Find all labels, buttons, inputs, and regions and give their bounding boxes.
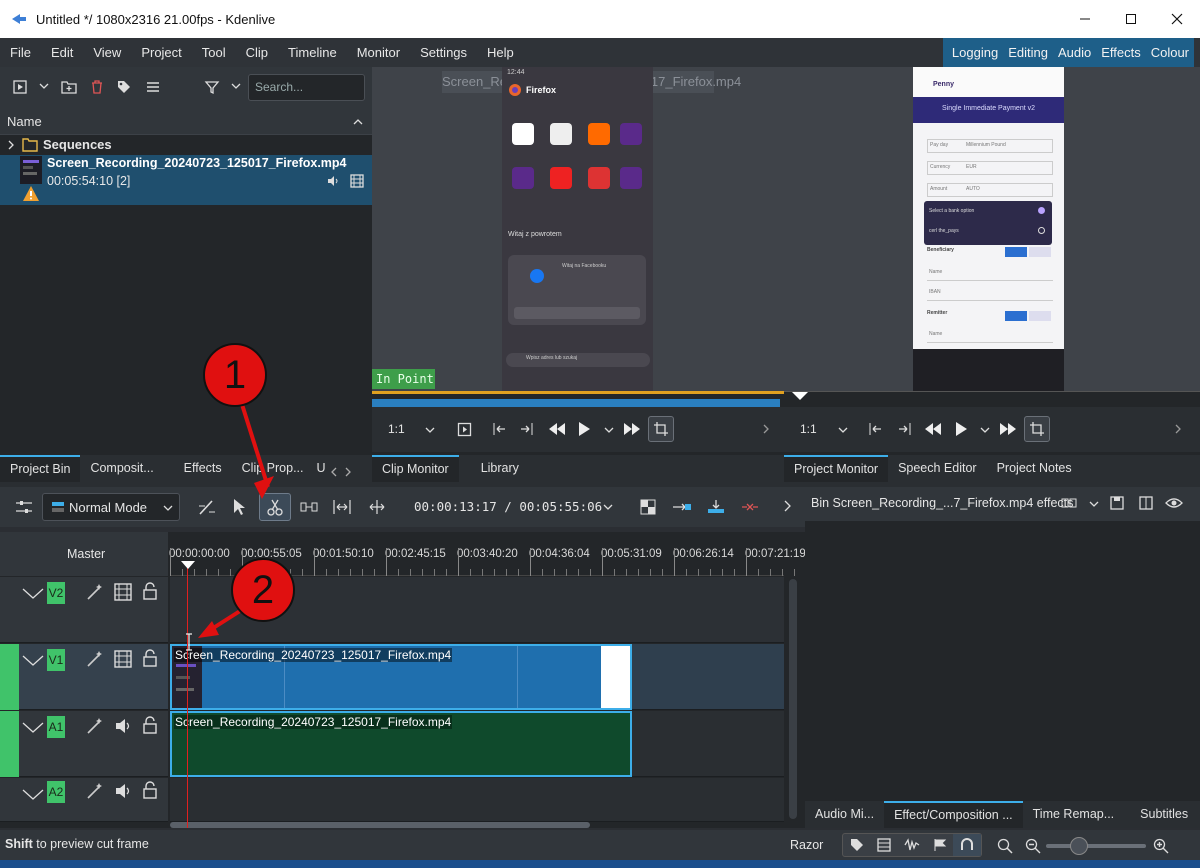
annotation-arrow-1 [238,397,270,488]
annotation-overlay [198,397,274,638]
annotation-marker-1: 1 [203,343,267,407]
annotation-marker-2: 2 [231,558,295,622]
annotation-arrowhead-2 [198,621,219,638]
